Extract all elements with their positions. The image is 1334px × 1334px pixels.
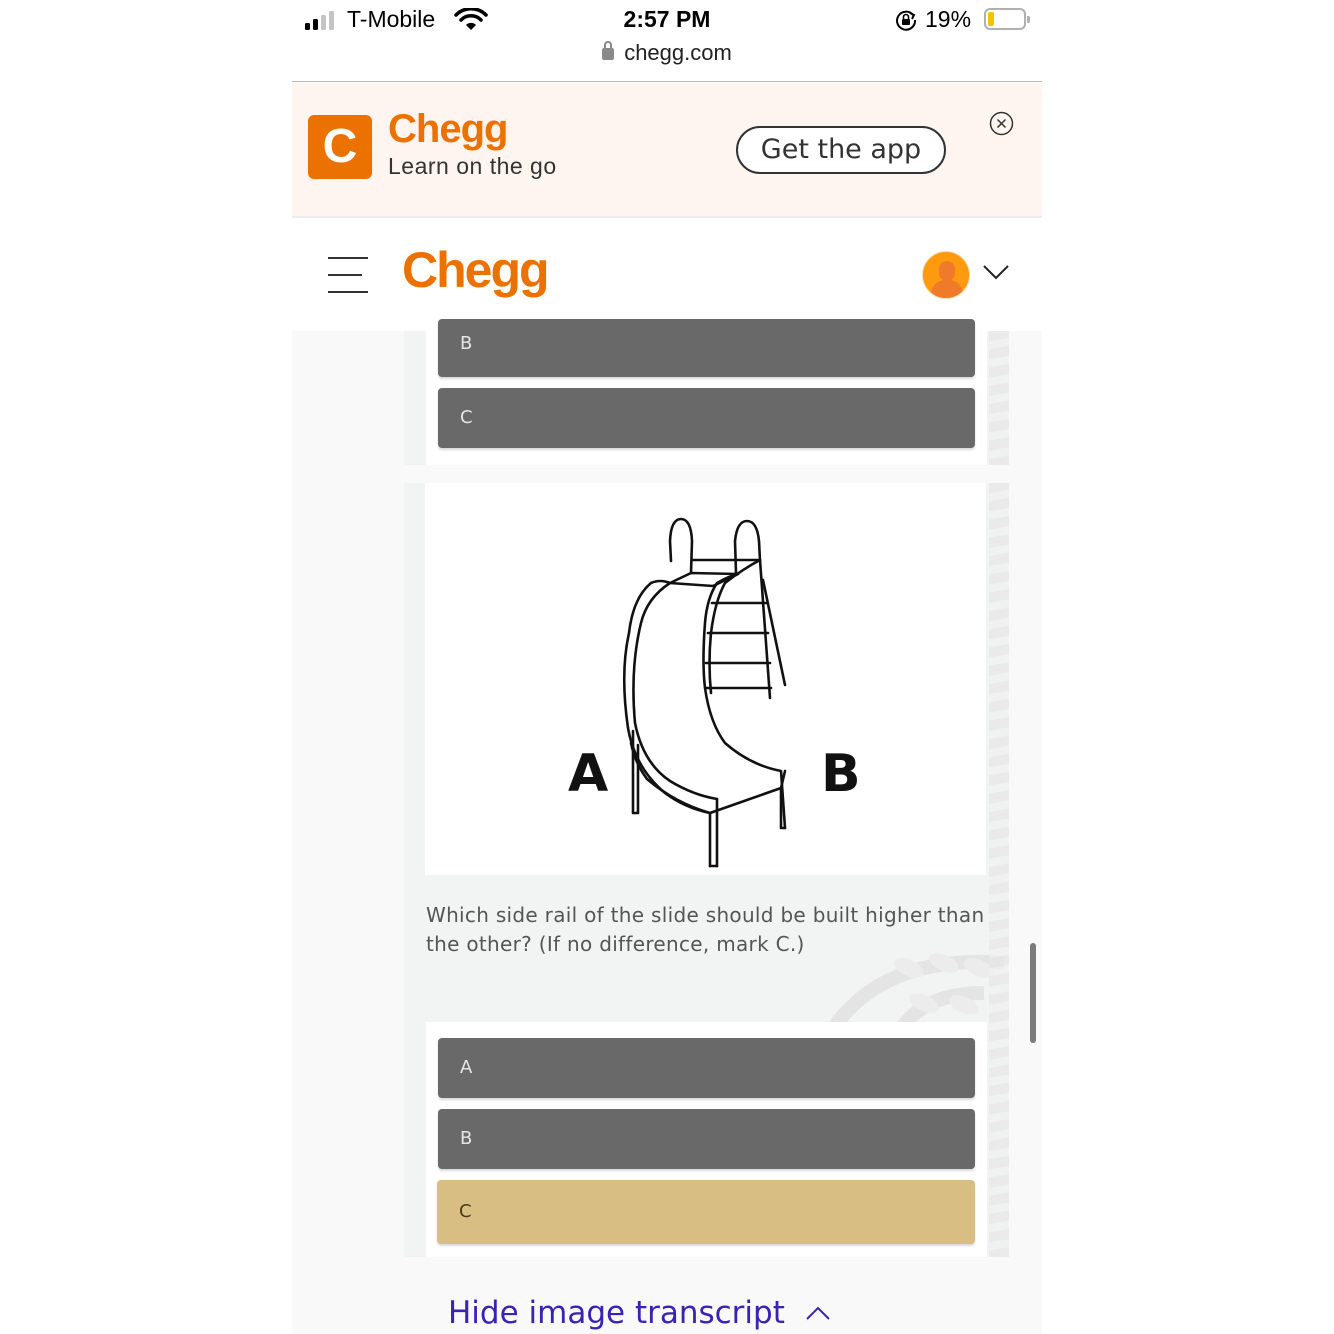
slide-illustration: A B xyxy=(568,517,861,868)
lock-icon xyxy=(602,41,615,60)
slide-diagram: A B xyxy=(425,483,986,875)
banner-tagline: Learn on the go xyxy=(388,153,557,179)
get-the-app-button[interactable]: Get the app xyxy=(736,126,946,174)
page-scrollbar[interactable] xyxy=(1030,943,1036,1043)
chegg-logo[interactable]: Chegg xyxy=(402,241,550,299)
banner-brand-name: Chegg xyxy=(388,107,508,151)
battery-icon xyxy=(984,8,1030,30)
battery-level-fill xyxy=(988,12,994,26)
chevron-up-icon xyxy=(806,1306,830,1320)
site-header: Chegg xyxy=(292,219,1042,331)
hide-image-transcript-link[interactable]: Hide image transcript xyxy=(448,1295,831,1331)
answer-option-a[interactable]: A xyxy=(438,1038,975,1098)
figure-label-a: A xyxy=(568,744,608,804)
decorative-pattern xyxy=(989,483,1009,1257)
app-install-banner: C Chegg Learn on the go Get the app xyxy=(292,83,1042,218)
mobile-browser-screen: T-Mobile 2:57 PM chegg.com 19% C Chegg L… xyxy=(292,0,1042,1334)
question-panel: A B Which side rail of the slide should … xyxy=(404,483,1009,1257)
address-bar[interactable]: chegg.com xyxy=(292,40,1042,66)
question-content-area: B C A B Which side rail of the slide sho… xyxy=(292,319,1042,1334)
answer-option-c-selected[interactable]: C xyxy=(437,1180,975,1244)
chegg-app-icon: C xyxy=(308,115,372,179)
decorative-pattern xyxy=(989,331,1009,465)
transcript-toggle-label: Hide image transcript xyxy=(448,1295,785,1331)
close-circle-icon[interactable] xyxy=(989,111,1014,136)
chevron-down-icon[interactable] xyxy=(982,263,1010,281)
answer-options-card: A B C xyxy=(426,1022,987,1257)
status-bar: T-Mobile 2:57 PM chegg.com 19% xyxy=(292,0,1042,82)
user-avatar-icon[interactable] xyxy=(922,251,970,299)
hamburger-icon[interactable] xyxy=(328,257,368,293)
previous-question-panel: B C xyxy=(404,319,1009,465)
answer-option-b[interactable]: B xyxy=(438,1109,975,1169)
battery-percent: 19% xyxy=(925,6,972,32)
answer-option-b[interactable]: B xyxy=(438,319,975,377)
url-text: chegg.com xyxy=(624,40,732,65)
answer-option-c[interactable]: C xyxy=(438,388,975,448)
rotation-lock-icon xyxy=(896,10,917,31)
figure-label-b: B xyxy=(821,744,861,804)
